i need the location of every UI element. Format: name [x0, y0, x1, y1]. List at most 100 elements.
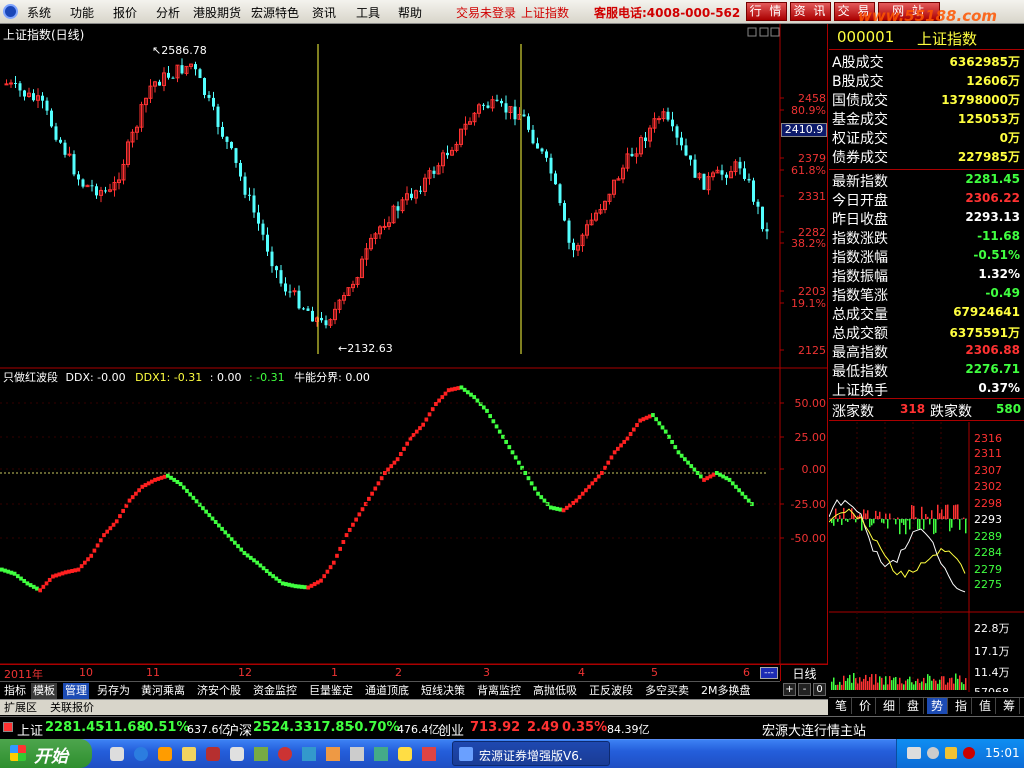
intraday-chart[interactable]: 2316 2311 2307 2302 2298 2293 2289 2284 2279 2275…	[829, 422, 1024, 692]
menu-news[interactable]: 资讯	[312, 4, 336, 21]
tab-high-low[interactable]: 高抛低吸	[531, 683, 579, 699]
tab-indicator[interactable]: 指标	[2, 683, 28, 699]
zoom-out-button[interactable]: -	[798, 683, 811, 696]
chart-option-icon[interactable]	[747, 27, 757, 37]
sidebar-bottom-tabs: 笔 价 细 盘 势 指 值 筹	[829, 697, 1024, 715]
tab-huanghe[interactable]: 黄河乘离	[139, 683, 187, 699]
zoom-reset-button[interactable]: 0	[813, 683, 826, 696]
tray-icon[interactable]	[963, 747, 975, 759]
volume-row-value: 13798000万	[941, 93, 1020, 107]
taskbar-window-button[interactable]: 宏源证券增强版V6.	[452, 741, 610, 766]
sb-tab-tick[interactable]: 笔	[831, 698, 852, 714]
tab-extension[interactable]: 扩展区	[2, 700, 39, 716]
more-dates-button[interactable]: ---	[760, 667, 778, 679]
zoom-in-button[interactable]: +	[783, 683, 796, 696]
tab-wave[interactable]: 正反波段	[587, 683, 635, 699]
tab-template[interactable]: 模板	[31, 683, 57, 699]
sb-tab-book[interactable]: 盘	[903, 698, 924, 714]
indicator-bar	[150, 479, 154, 484]
server-name[interactable]: 宏源大连行情主站	[762, 720, 866, 739]
sb-tab-detail[interactable]: 细	[879, 698, 900, 714]
chart-svg[interactable]: 245880.9%237961.8%2331228238.2%220319.1%…	[0, 24, 828, 665]
app-icon[interactable]	[350, 747, 364, 761]
menu-analysis[interactable]: 分析	[156, 4, 180, 21]
menu-hongyuan[interactable]: 宏源特色	[251, 4, 299, 21]
tab-short-term[interactable]: 短线决策	[419, 683, 467, 699]
volume-bar	[963, 684, 965, 690]
indicator-name[interactable]: 只做红波段	[3, 371, 58, 384]
period-label[interactable]: 日线	[780, 664, 828, 681]
volume-bar	[957, 678, 959, 690]
menu-system[interactable]: 系统	[27, 4, 51, 21]
tab-2m[interactable]: 2M多换盘	[699, 683, 753, 699]
up-label: 涨家数	[832, 404, 874, 420]
tab-long-short[interactable]: 多空买卖	[643, 683, 691, 699]
tab-fund-monitor[interactable]: 资金监控	[251, 683, 299, 699]
app-icon[interactable]	[302, 747, 316, 761]
menu-help[interactable]: 帮助	[398, 4, 422, 21]
ticker-name[interactable]: 沪深	[226, 720, 252, 739]
start-button[interactable]: 开始	[0, 739, 92, 768]
sb-tab-chips[interactable]: 筹	[999, 698, 1020, 714]
tab-manage[interactable]: 管理	[63, 683, 89, 699]
network-icon[interactable]	[907, 747, 921, 759]
menu-hk-futures[interactable]: 港股期货	[193, 4, 241, 21]
candles-group	[4, 58, 769, 329]
indicator-bar	[79, 564, 84, 569]
indicator-bar	[698, 474, 703, 479]
tab-jian[interactable]: 济安个股	[195, 683, 243, 699]
volume-bar	[881, 677, 883, 690]
chart-close-icon[interactable]	[770, 27, 780, 37]
app-icon[interactable]	[278, 747, 292, 761]
sb-tab-index[interactable]: 指	[951, 698, 972, 714]
app-icon[interactable]	[326, 747, 340, 761]
app-icon[interactable]	[374, 747, 388, 761]
trade-status[interactable]: 交易未登录	[456, 4, 516, 21]
quote-row-value: 67924641	[953, 305, 1020, 319]
chart-restore-icon[interactable]	[759, 27, 769, 37]
nav-quote-button[interactable]: 行 情	[746, 2, 787, 21]
indicator-bar	[306, 585, 311, 590]
tab-related-quote[interactable]: 关联报价	[48, 700, 96, 716]
mini-bar	[939, 513, 941, 519]
volume-icon[interactable]	[927, 747, 939, 759]
down-label: 跌家数	[930, 404, 972, 420]
indicator-bar	[134, 491, 138, 496]
tab-volume[interactable]: 巨量鉴定	[307, 683, 355, 699]
volume-bar	[935, 680, 937, 690]
ticker-name[interactable]: 创业	[438, 720, 464, 739]
media-icon[interactable]	[158, 747, 172, 761]
folder-icon[interactable]	[182, 747, 196, 761]
show-desktop-icon[interactable]	[110, 747, 124, 761]
app-icon[interactable]	[206, 747, 220, 761]
app-icon[interactable]	[254, 747, 268, 761]
menu-function[interactable]: 功能	[70, 4, 94, 21]
sb-tab-value[interactable]: 值	[975, 698, 996, 714]
app-icon[interactable]	[398, 747, 412, 761]
candle-body	[45, 100, 49, 111]
sb-tab-trend[interactable]: 势	[927, 698, 948, 714]
candle-body	[554, 173, 557, 185]
volume-bar	[901, 683, 903, 690]
tab-channel[interactable]: 通道顶底	[363, 683, 411, 699]
quote-row-value: 2276.71	[965, 362, 1020, 376]
candle-body	[446, 152, 449, 156]
indicator-bar	[663, 429, 668, 434]
ticker-name[interactable]: 上证	[17, 720, 43, 739]
tab-save-as[interactable]: 另存为	[95, 683, 132, 699]
candle-body	[63, 142, 67, 155]
nav-news-button[interactable]: 资 讯	[790, 2, 831, 21]
menu-tools[interactable]: 工具	[356, 4, 380, 21]
app-icon[interactable]	[422, 747, 436, 761]
indicator-bar	[274, 576, 279, 581]
menu-quote[interactable]: 报价	[113, 4, 137, 21]
tab-divergence[interactable]: 背离监控	[475, 683, 523, 699]
app-logo-icon[interactable]	[3, 4, 18, 19]
ie-icon[interactable]	[134, 747, 148, 761]
app-icon[interactable]	[230, 747, 244, 761]
indicator-bar	[539, 495, 544, 500]
volume-bar	[855, 678, 857, 690]
sb-tab-price[interactable]: 价	[855, 698, 876, 714]
tray-icon[interactable]	[945, 747, 957, 759]
ddx-value: DDX: -0.00	[65, 371, 126, 384]
